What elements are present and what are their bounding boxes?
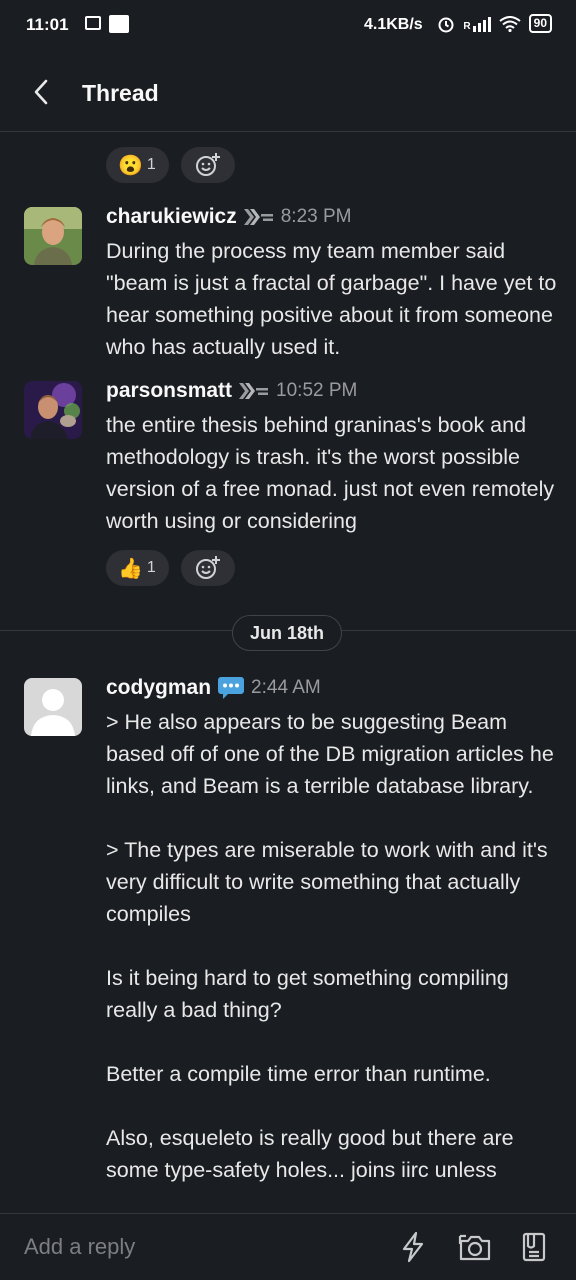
network-speed: 4.1KB/s: [364, 16, 423, 33]
thumbs-up-emoji-icon: 👍: [118, 557, 143, 580]
avatar[interactable]: [24, 381, 82, 439]
message-time: 2:44 AM: [251, 677, 321, 698]
add-reaction-icon: [195, 153, 220, 176]
message-text: > He also appears to be suggesting Beam …: [106, 710, 554, 1182]
message-time: 10:52 PM: [276, 380, 358, 401]
add-reaction-button[interactable]: [180, 147, 235, 183]
reaction-count: 1: [146, 559, 156, 576]
date-divider[interactable]: Jun 18th: [232, 615, 342, 651]
author-name[interactable]: parsonsmatt: [106, 379, 232, 403]
default-avatar-icon: [24, 678, 82, 736]
message-meta: charukiewicz 8:23 PM: [106, 205, 352, 229]
speech-bubble-icon: [218, 677, 245, 699]
page-title: Thread: [82, 80, 159, 106]
shortcuts-lightning-icon[interactable]: [396, 1230, 430, 1264]
user-photo-icon: [24, 207, 82, 265]
reply-input[interactable]: Add a reply: [24, 1234, 135, 1260]
message-time: 8:23 PM: [280, 206, 352, 227]
reply-composer: Add a reply: [0, 1213, 576, 1280]
author-name[interactable]: charukiewicz: [106, 205, 237, 229]
message-meta: codygman 2:44 AM: [106, 676, 321, 700]
notification-icon: [85, 16, 101, 30]
avatar[interactable]: [24, 207, 82, 265]
attach-file-icon[interactable]: [518, 1230, 552, 1264]
author-name[interactable]: codygman: [106, 676, 211, 700]
message-meta: parsonsmatt 10:52 PM: [106, 379, 357, 403]
message-text: During the process my team member said "…: [106, 239, 557, 359]
thread-content[interactable]: 😮 1 charukiewicz 8:23 PM During the proc…: [0, 133, 576, 1213]
reaction-pill[interactable]: 👍 1: [106, 550, 169, 586]
add-reaction-button[interactable]: [180, 550, 235, 586]
signal-icon: R: [463, 16, 491, 32]
thread-header: Thread: [0, 52, 576, 132]
user-photo-icon: [24, 381, 82, 439]
back-arrow-icon[interactable]: [28, 78, 56, 106]
avatar[interactable]: [24, 678, 82, 736]
haskell-badge-icon: [239, 383, 269, 399]
reaction-count: 1: [146, 156, 156, 173]
haskell-badge-icon: [243, 209, 273, 225]
reaction-bar: 😮 1: [106, 147, 235, 183]
message-text: the entire thesis behind graninas's book…: [106, 413, 555, 533]
battery-indicator: 90: [528, 14, 552, 33]
app-notification-icon: [109, 15, 129, 33]
status-bar: 11:01 4.1KB/s R 90: [0, 0, 576, 52]
camera-icon[interactable]: [458, 1230, 492, 1264]
reaction-pill[interactable]: 😮 1: [106, 147, 169, 183]
surprised-emoji-icon: 😮: [118, 154, 143, 177]
reaction-bar: 👍 1: [106, 550, 235, 586]
alarm-icon: [438, 17, 454, 32]
add-reaction-icon: [195, 556, 220, 579]
status-time: 11:01: [26, 15, 69, 34]
wifi-icon: [499, 15, 521, 32]
